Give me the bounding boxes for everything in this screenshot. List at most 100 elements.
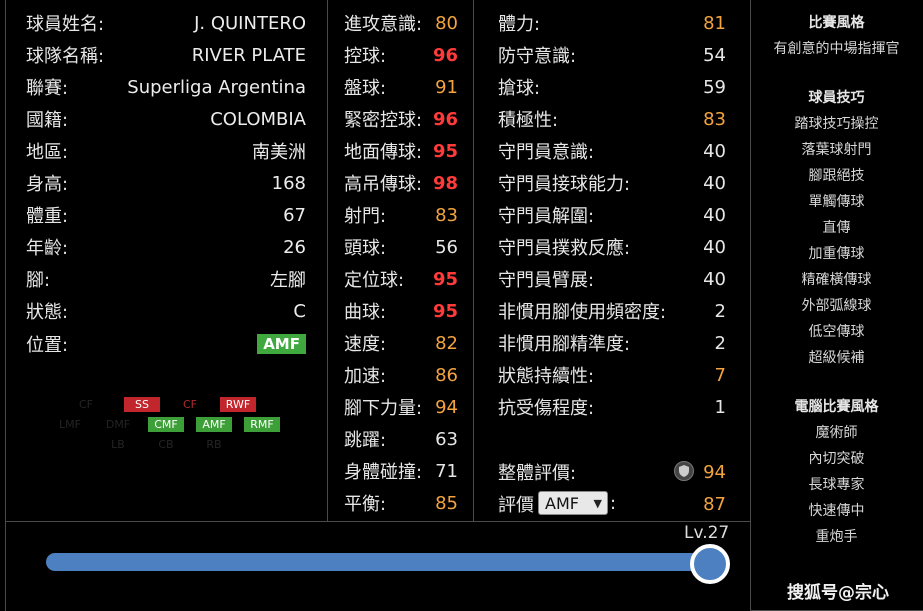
attribute-value: 54 xyxy=(703,44,726,66)
position-chip: CMF xyxy=(148,417,184,432)
attribute-label: 射門: xyxy=(344,206,387,227)
attribute-row: 頭球: 56 xyxy=(344,234,458,260)
rating-label: 評價 xyxy=(498,495,534,516)
com-style-title: 電腦比賽風格 xyxy=(794,399,879,415)
attribute-label: 非慣用腳精準度: xyxy=(498,334,631,355)
attribute-row: 控球: 96 xyxy=(344,42,458,68)
com-style-item: 內切突破 xyxy=(808,451,865,467)
attribute-row: 進攻意識: 80 xyxy=(344,10,458,36)
attribute-row: 積極性: 83 xyxy=(498,106,726,132)
attribute-row: 地面傳球: 95 xyxy=(344,138,458,164)
attribute-value: 85 xyxy=(435,492,458,514)
attribute-row: 守門員撲救反應: 40 xyxy=(498,234,726,260)
attribute-label: 盤球: xyxy=(344,78,387,99)
info-value: J. QUINTERO xyxy=(194,12,306,34)
attribute-row: 狀態持續性: 7 xyxy=(498,362,726,388)
com-style-item: 長球專家 xyxy=(808,477,865,493)
attribute-label: 非慣用腳使用頻密度: xyxy=(498,302,667,323)
level-slider-thumb[interactable] xyxy=(690,544,730,584)
info-label: 球隊名稱: xyxy=(26,46,105,67)
attribute-row: 體力: 81 xyxy=(498,10,726,36)
attribute-value: 56 xyxy=(435,236,458,258)
position-chip: LMF xyxy=(59,418,81,431)
attribute-label: 身體碰撞: xyxy=(344,462,423,483)
attribute-row: 守門員臂展: 40 xyxy=(498,266,726,292)
attribute-label: 狀態持續性: xyxy=(498,366,595,387)
overall-label: 整體評價: xyxy=(498,463,577,484)
skill-item: 落葉球射門 xyxy=(801,142,872,158)
attribute-value: 95 xyxy=(432,140,458,162)
attribute-value: 2 xyxy=(714,332,726,354)
attribute-row: 定位球: 95 xyxy=(344,266,458,292)
skills-title: 球員技巧 xyxy=(808,90,865,106)
attribute-value: 82 xyxy=(435,332,458,354)
attribute-row: 高吊傳球: 98 xyxy=(344,170,458,196)
attribute-row: 腳下力量: 94 xyxy=(344,394,458,420)
position-chip: RWF xyxy=(220,397,256,412)
rating-value: 87 xyxy=(703,493,726,515)
attribute-label: 腳下力量: xyxy=(344,398,423,419)
attribute-label: 搶球: xyxy=(498,78,541,99)
attribute-value: 71 xyxy=(435,460,458,482)
info-value: RIVER PLATE xyxy=(191,44,306,66)
position-chip: SS xyxy=(124,397,160,412)
attribute-row: 加速: 86 xyxy=(344,362,458,388)
attribute-row: 平衡: 85 xyxy=(344,490,458,516)
attribute-label: 進攻意識: xyxy=(344,14,423,35)
info-row: 身高: 168 xyxy=(26,170,306,196)
info-value: 67 xyxy=(283,204,306,226)
info-value: 左腳 xyxy=(270,270,306,291)
attribute-label: 曲球: xyxy=(344,302,387,323)
info-row: 國籍: COLOMBIA xyxy=(26,106,306,132)
attribute-label: 抗受傷程度: xyxy=(498,398,595,419)
attribute-value: 7 xyxy=(714,364,726,386)
skill-item: 超級候補 xyxy=(808,350,865,366)
attribute-label: 定位球: xyxy=(344,270,405,291)
attribute-row: 速度: 82 xyxy=(344,330,458,356)
attribute-label: 守門員解圍: xyxy=(498,206,595,227)
info-label: 年齡: xyxy=(26,238,69,259)
info-label: 狀態: xyxy=(26,302,69,323)
info-label: 體重: xyxy=(26,206,69,227)
attribute-value: 1 xyxy=(714,396,726,418)
position-chip: RMF xyxy=(244,417,280,432)
attribute-value: 59 xyxy=(703,76,726,98)
attribute-value: 86 xyxy=(435,364,458,386)
info-row: 年齡: 26 xyxy=(26,234,306,260)
attribute-value: 40 xyxy=(703,204,726,226)
attribute-row: 抗受傷程度: 1 xyxy=(498,394,726,420)
attribute-value: 40 xyxy=(703,172,726,194)
attribute-label: 加速: xyxy=(344,366,387,387)
attribute-value: 94 xyxy=(435,396,458,418)
info-row: 腳: 左腳 xyxy=(26,266,306,292)
info-value: 南美洲 xyxy=(252,142,306,163)
attribute-label: 控球: xyxy=(344,46,387,67)
attribute-label: 跳躍: xyxy=(344,430,387,451)
attribute-value: 40 xyxy=(703,268,726,290)
info-row: 狀態: C xyxy=(26,298,306,324)
attribute-row: 守門員解圍: 40 xyxy=(498,202,726,228)
info-value: 168 xyxy=(271,172,306,194)
attribute-value: 91 xyxy=(435,76,458,98)
skill-item: 精確橫傳球 xyxy=(801,272,872,288)
attribute-row: 射門: 83 xyxy=(344,202,458,228)
attribute-value: 95 xyxy=(432,268,458,290)
watermark: 搜狐号@宗心 xyxy=(787,583,889,603)
info-value: C xyxy=(293,300,306,322)
rating-select-value: AMF xyxy=(545,494,579,513)
attribute-value: 80 xyxy=(435,12,458,34)
position-badge: AMF xyxy=(257,334,306,354)
info-value: Superliga Argentina xyxy=(127,76,306,98)
rating-position-select[interactable]: AMF ▼ xyxy=(538,491,608,515)
level-slider-track[interactable] xyxy=(46,553,714,571)
skill-item: 踏球技巧操控 xyxy=(794,116,879,132)
com-style-item: 魔術師 xyxy=(815,425,858,441)
attribute-label: 守門員撲救反應: xyxy=(498,238,631,259)
info-value: 26 xyxy=(283,236,306,258)
attribute-label: 地面傳球: xyxy=(344,142,423,163)
attribute-row: 盤球: 91 xyxy=(344,74,458,100)
attribute-label: 守門員接球能力: xyxy=(498,174,631,195)
attribute-value: 96 xyxy=(432,44,458,66)
attribute-row: 曲球: 95 xyxy=(344,298,458,324)
attribute-row: 搶球: 59 xyxy=(498,74,726,100)
